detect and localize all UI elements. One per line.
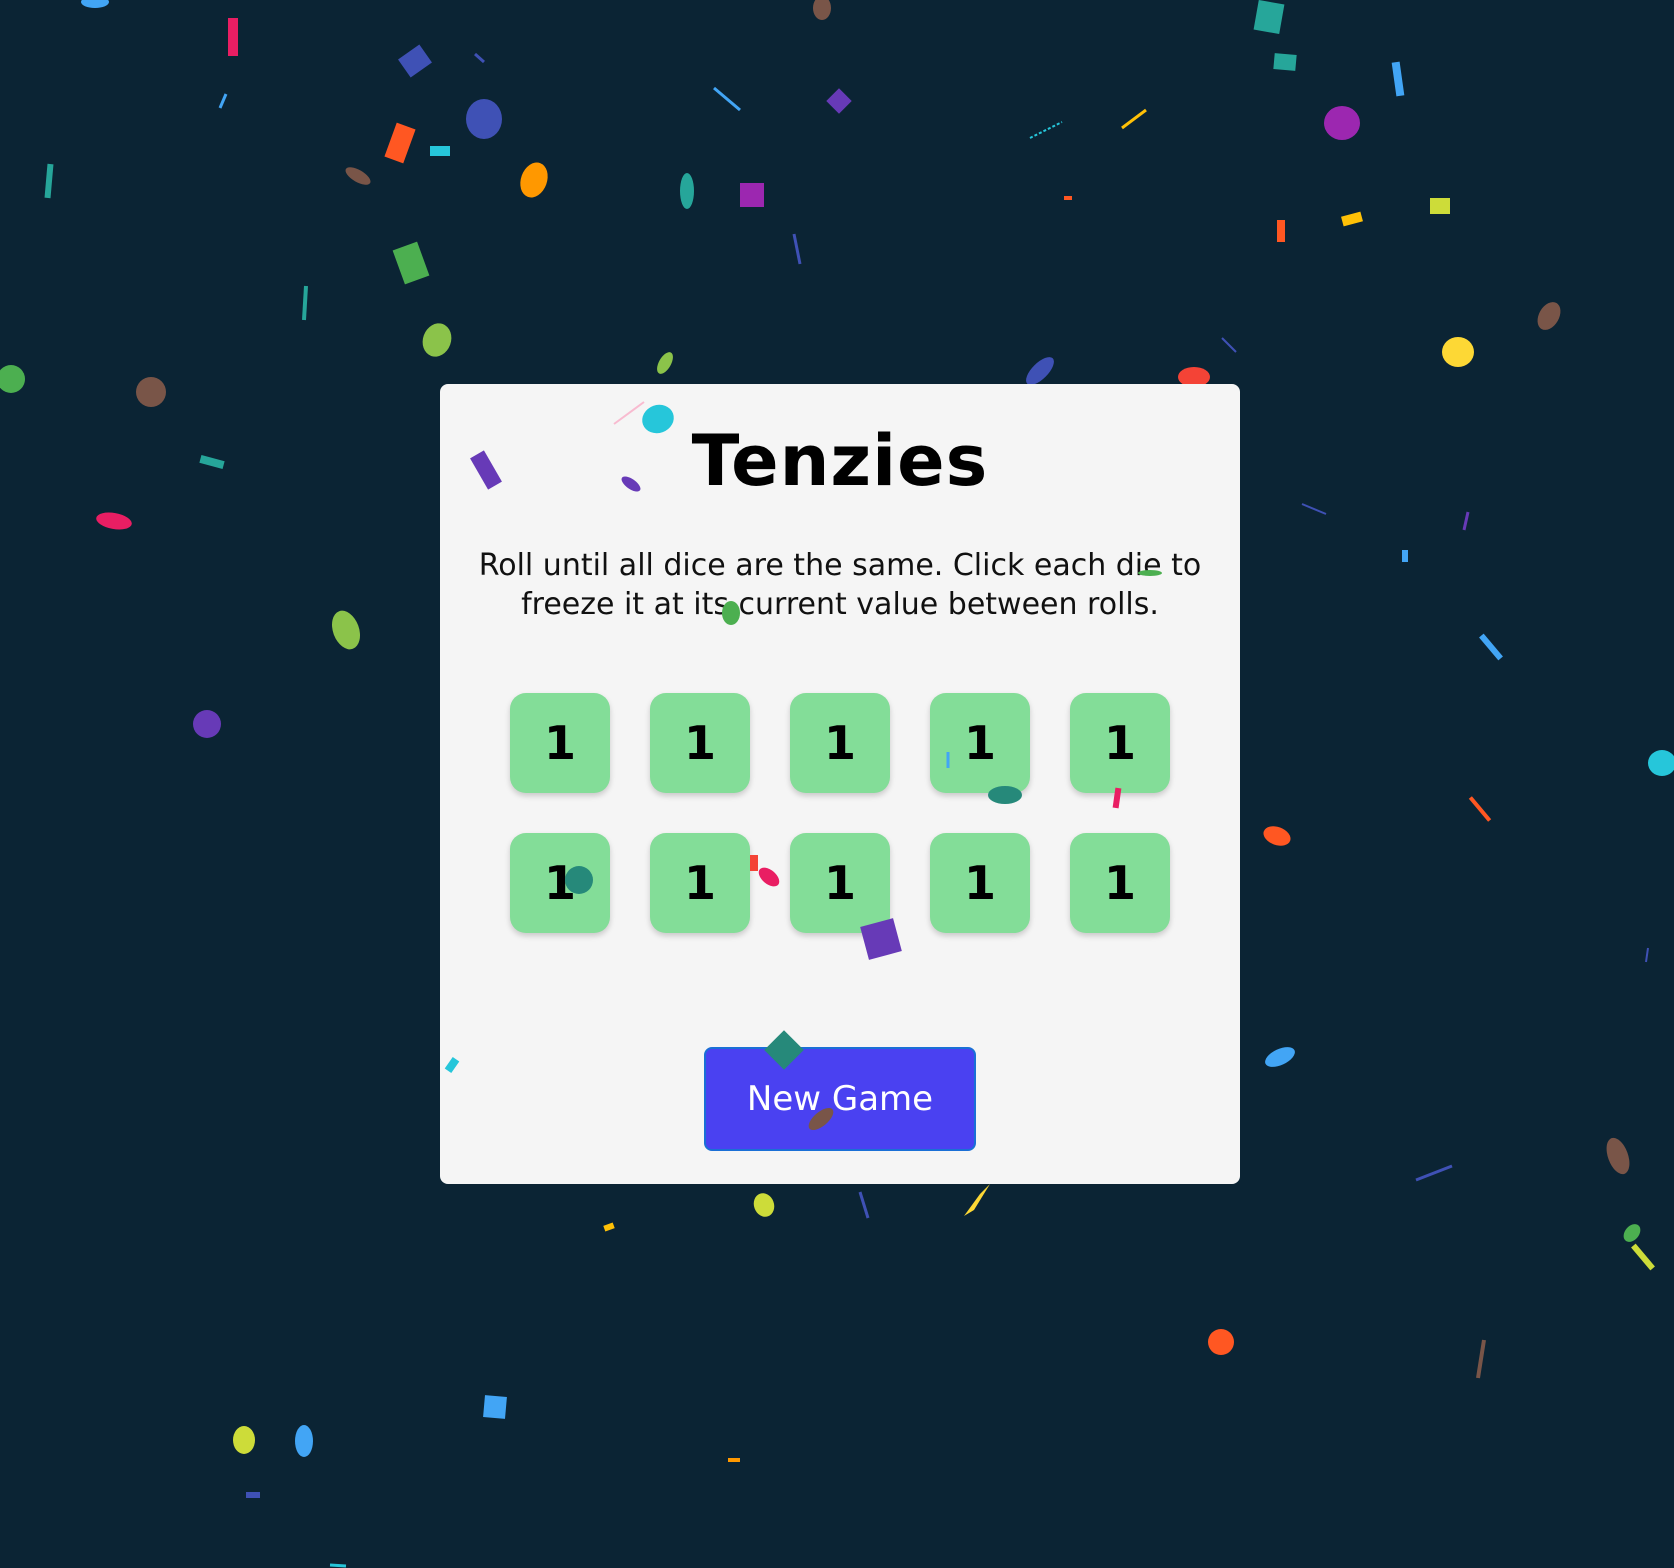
die-value: 1 bbox=[683, 716, 716, 770]
confetti-piece bbox=[1468, 796, 1492, 822]
die[interactable]: 1 bbox=[1070, 693, 1170, 793]
confetti-piece bbox=[1623, 1224, 1641, 1242]
confetti-piece bbox=[1645, 947, 1649, 963]
confetti-piece bbox=[1324, 106, 1360, 140]
confetti-piece bbox=[96, 512, 132, 530]
die[interactable]: 1 bbox=[790, 833, 890, 933]
die-value: 1 bbox=[1103, 716, 1136, 770]
new-game-button[interactable]: New Game bbox=[704, 1047, 976, 1151]
game-title: Tenzies bbox=[691, 420, 989, 502]
die-value: 1 bbox=[823, 856, 856, 910]
confetti-piece bbox=[1631, 1243, 1655, 1271]
confetti-piece bbox=[1430, 198, 1450, 214]
confetti-piece bbox=[81, 0, 109, 8]
confetti-piece bbox=[1121, 108, 1147, 130]
confetti-piece bbox=[728, 1458, 740, 1462]
confetti-piece bbox=[193, 710, 221, 738]
confetti-piece bbox=[295, 1425, 313, 1457]
confetti-piece bbox=[1029, 121, 1063, 139]
confetti-piece bbox=[466, 99, 502, 139]
game-instructions: Roll until all dice are the same. Click … bbox=[478, 548, 1202, 622]
confetti-piece bbox=[1476, 1339, 1486, 1379]
confetti-piece bbox=[1064, 196, 1072, 200]
confetti-piece bbox=[603, 1222, 615, 1232]
die-value: 1 bbox=[1103, 856, 1136, 910]
confetti-piece bbox=[813, 0, 831, 20]
die[interactable]: 1 bbox=[510, 693, 610, 793]
confetti-piece bbox=[1606, 1137, 1630, 1175]
confetti-piece bbox=[199, 455, 225, 469]
die-value: 1 bbox=[823, 716, 856, 770]
die-value: 1 bbox=[963, 716, 996, 770]
confetti-piece bbox=[1341, 211, 1363, 227]
confetti-piece bbox=[964, 1184, 990, 1216]
confetti-piece bbox=[713, 86, 741, 112]
confetti-piece bbox=[753, 1193, 775, 1217]
die[interactable]: 1 bbox=[650, 693, 750, 793]
confetti-piece bbox=[392, 241, 430, 285]
confetti-piece bbox=[826, 88, 852, 114]
confetti-piece bbox=[422, 323, 452, 357]
confetti-piece bbox=[792, 233, 802, 265]
die-value: 1 bbox=[963, 856, 996, 910]
confetti-piece bbox=[1479, 633, 1503, 661]
confetti-piece bbox=[657, 352, 673, 374]
die[interactable]: 1 bbox=[930, 833, 1030, 933]
confetti-piece bbox=[858, 1191, 870, 1219]
confetti-piece bbox=[680, 173, 694, 209]
confetti-piece bbox=[1277, 220, 1285, 242]
confetti-piece bbox=[1442, 337, 1474, 367]
game-board: Tenzies Roll until all dice are the same… bbox=[440, 384, 1240, 1184]
confetti-piece bbox=[233, 1426, 255, 1454]
confetti-piece bbox=[246, 1492, 260, 1498]
die-value: 1 bbox=[683, 856, 716, 910]
confetti-piece bbox=[520, 162, 548, 198]
confetti-piece bbox=[136, 377, 166, 407]
confetti-piece bbox=[1402, 550, 1408, 562]
die[interactable]: 1 bbox=[1070, 833, 1170, 933]
die-value: 1 bbox=[543, 856, 576, 910]
confetti-piece bbox=[1415, 1164, 1453, 1182]
confetti-piece bbox=[384, 122, 416, 164]
confetti-piece bbox=[1273, 53, 1297, 71]
die[interactable]: 1 bbox=[650, 833, 750, 933]
confetti-piece bbox=[228, 18, 238, 56]
confetti-piece bbox=[398, 44, 432, 78]
confetti-piece bbox=[1263, 826, 1291, 846]
confetti-piece bbox=[474, 52, 485, 64]
confetti-piece bbox=[1221, 337, 1237, 353]
confetti-piece bbox=[740, 183, 764, 207]
confetti-piece bbox=[1253, 0, 1285, 35]
confetti-piece bbox=[1648, 750, 1674, 776]
confetti-piece bbox=[1265, 1047, 1295, 1067]
confetti-piece bbox=[0, 365, 25, 393]
confetti-piece bbox=[218, 93, 228, 109]
die-value: 1 bbox=[543, 716, 576, 770]
confetti-piece bbox=[1462, 511, 1470, 531]
confetti-piece bbox=[329, 1563, 347, 1568]
die[interactable]: 1 bbox=[510, 833, 610, 933]
confetti-piece bbox=[1301, 503, 1327, 515]
confetti-piece bbox=[430, 146, 450, 156]
dice-grid: 1 1 1 1 1 1 1 1 1 1 bbox=[510, 693, 1170, 933]
die[interactable]: 1 bbox=[790, 693, 890, 793]
confetti-piece bbox=[483, 1395, 507, 1419]
confetti-piece bbox=[1391, 61, 1405, 97]
confetti-piece bbox=[1537, 302, 1561, 330]
confetti-piece bbox=[331, 610, 361, 650]
confetti-piece bbox=[345, 167, 371, 185]
die[interactable]: 1 bbox=[930, 693, 1030, 793]
confetti-piece bbox=[1208, 1329, 1234, 1355]
confetti-piece bbox=[44, 163, 54, 199]
confetti-piece bbox=[302, 285, 308, 321]
